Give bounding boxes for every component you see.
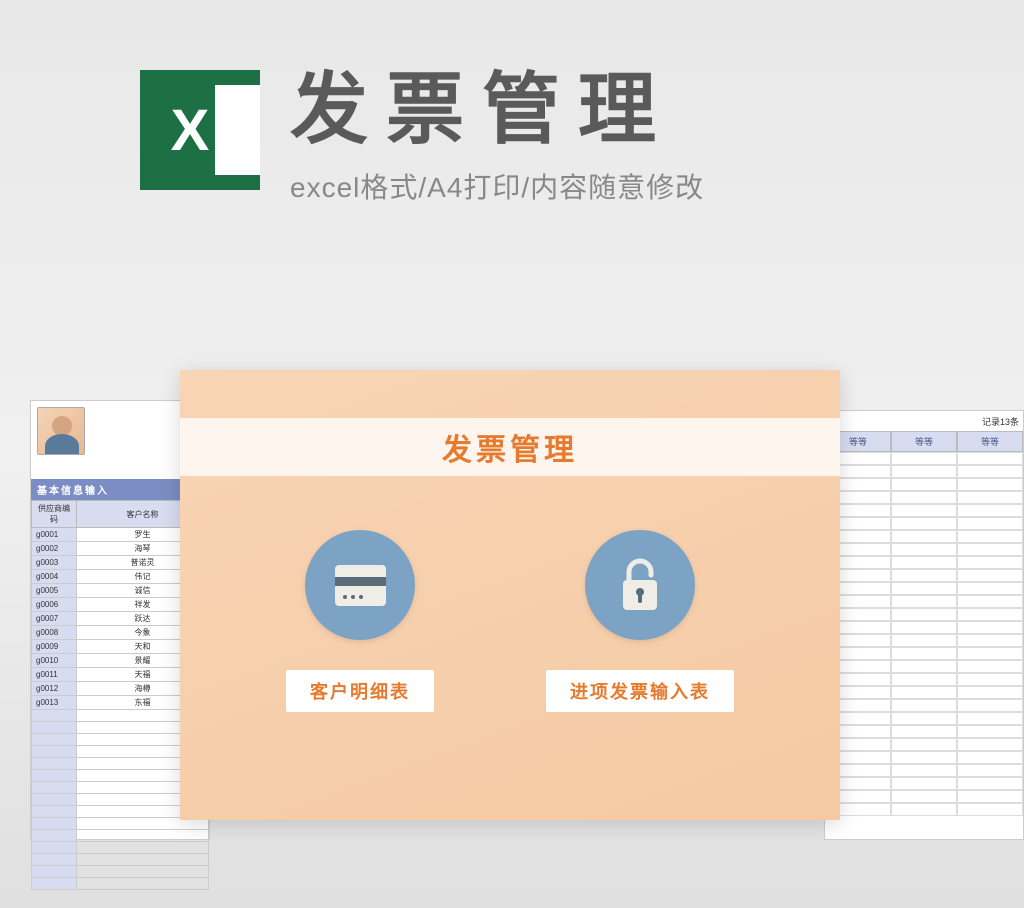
grid-row — [825, 673, 1023, 686]
cell-code: g0004 — [32, 570, 77, 584]
lock-icon — [585, 530, 695, 640]
cell-code: g0007 — [32, 612, 77, 626]
grid-row — [825, 660, 1023, 673]
cell-code: g0006 — [32, 598, 77, 612]
grid-row — [825, 608, 1023, 621]
grid-row — [825, 725, 1023, 738]
invoice-input-button[interactable]: 进项发票输入表 — [546, 530, 734, 712]
grid-row — [825, 478, 1023, 491]
page-subtitle: excel格式/A4打印/内容随意修改 — [290, 166, 704, 206]
customer-detail-button[interactable]: 客户明细表 — [286, 530, 434, 712]
right-col-1: 等等 — [891, 431, 957, 452]
col-header-code: 供应商编码 — [32, 501, 77, 528]
right-sheet-headers: 等等 等等 等等 — [825, 431, 1023, 452]
grid-row — [825, 465, 1023, 478]
right-grid — [825, 452, 1023, 816]
excel-x-letter: X — [171, 97, 210, 164]
table-row-empty — [32, 842, 209, 854]
cell-code: g0001 — [32, 528, 77, 542]
grid-row — [825, 790, 1023, 803]
grid-row — [825, 504, 1023, 517]
cell-code: g0011 — [32, 668, 77, 682]
grid-row — [825, 543, 1023, 556]
invoice-input-label: 进项发票输入表 — [546, 670, 734, 712]
grid-row — [825, 751, 1023, 764]
grid-row — [825, 452, 1023, 465]
grid-row — [825, 491, 1023, 504]
right-col-2: 等等 — [957, 431, 1023, 452]
grid-row — [825, 777, 1023, 790]
table-row-empty — [32, 866, 209, 878]
background-sheet-right: 记录13条 等等 等等 等等 — [824, 410, 1024, 840]
cell-code: g0009 — [32, 640, 77, 654]
card-title: 发票管理 — [442, 425, 578, 469]
grid-row — [825, 569, 1023, 582]
cell-code: g0013 — [32, 696, 77, 710]
header-text: 发票管理 excel格式/A4打印/内容随意修改 — [290, 70, 704, 206]
grid-row — [825, 517, 1023, 530]
grid-row — [825, 699, 1023, 712]
grid-row — [825, 556, 1023, 569]
grid-row — [825, 595, 1023, 608]
table-row-empty — [32, 830, 209, 842]
cell-code: g0005 — [32, 584, 77, 598]
table-row-empty — [32, 878, 209, 890]
cell-code: g0002 — [32, 542, 77, 556]
grid-row — [825, 634, 1023, 647]
grid-row — [825, 582, 1023, 595]
page-title: 发票管理 — [290, 70, 704, 148]
card-buttons: 客户明细表 进项发票输入表 — [180, 530, 840, 712]
table-row-empty — [32, 854, 209, 866]
cell-code: g0012 — [32, 682, 77, 696]
grid-row — [825, 803, 1023, 816]
cell-code: g0010 — [32, 654, 77, 668]
grid-row — [825, 764, 1023, 777]
header: X 发票管理 excel格式/A4打印/内容随意修改 — [0, 0, 1024, 206]
grid-row — [825, 621, 1023, 634]
cell-code: g0003 — [32, 556, 77, 570]
grid-row — [825, 712, 1023, 725]
grid-row — [825, 647, 1023, 660]
card-title-band: 发票管理 — [180, 418, 840, 476]
record-count: 记录13条 — [825, 411, 1023, 431]
card-icon — [305, 530, 415, 640]
customer-detail-label: 客户明细表 — [286, 670, 434, 712]
cell-code: g0008 — [32, 626, 77, 640]
main-card: 发票管理 客户明细表 — [180, 370, 840, 820]
avatar — [37, 407, 85, 455]
grid-row — [825, 530, 1023, 543]
grid-row — [825, 686, 1023, 699]
excel-icon: X — [140, 70, 260, 190]
grid-row — [825, 738, 1023, 751]
